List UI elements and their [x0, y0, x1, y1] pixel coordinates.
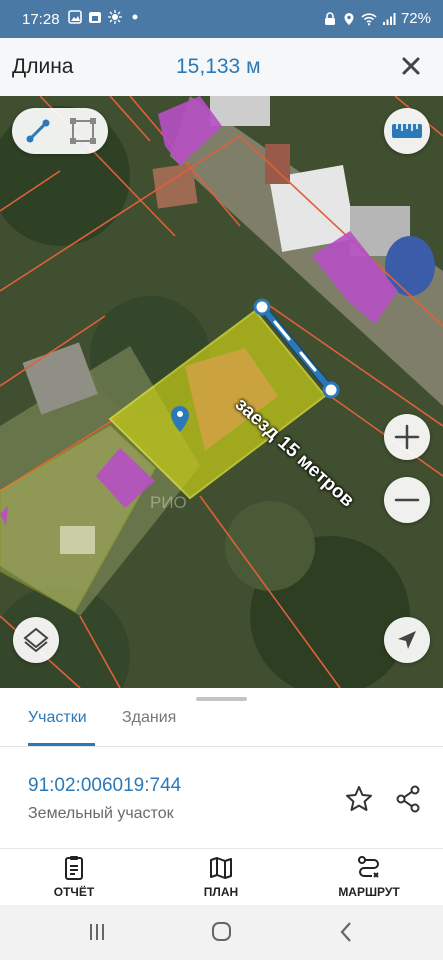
area-measure-button[interactable]	[60, 108, 106, 154]
map-plan-icon	[210, 857, 232, 879]
active-tab-indicator	[28, 743, 95, 746]
sheet-tabs: Участки Здания	[0, 704, 443, 747]
tab-buildings[interactable]: Здания	[122, 709, 176, 727]
my-location-button[interactable]	[384, 617, 430, 663]
calendar-icon	[89, 12, 101, 23]
line-measure-button[interactable]	[15, 108, 61, 154]
map-canvas[interactable]: РИО	[0, 96, 443, 688]
measure-header: Длина 15,133 м	[0, 38, 443, 97]
line-measure-icon	[26, 119, 50, 143]
signal-icon	[382, 12, 396, 25]
measure-title: Длина	[12, 55, 74, 78]
parcel-cadastral-number[interactable]: 91:02:006019:744	[28, 775, 181, 797]
map-watermark: РИО	[150, 493, 187, 512]
wifi-icon	[361, 12, 377, 25]
zoom-out-icon	[394, 498, 420, 502]
status-right-icons: 72%	[323, 10, 431, 27]
home-icon[interactable]	[206, 919, 236, 945]
location-icon	[344, 12, 354, 25]
report-button[interactable]: ОТЧЁТ	[19, 855, 129, 903]
plan-label: ПЛАН	[203, 885, 239, 899]
route-label: МАРШРУТ	[338, 885, 400, 899]
locate-icon	[398, 631, 416, 649]
share-icon[interactable]	[393, 784, 423, 814]
zoom-out-button[interactable]	[384, 477, 430, 523]
parcel-type: Земельный участок	[28, 805, 174, 822]
status-time: 17:28	[22, 11, 60, 28]
sun-icon	[108, 10, 122, 24]
sheet-drag-handle[interactable]	[196, 697, 247, 701]
ruler-button[interactable]	[384, 108, 430, 154]
dot-icon	[132, 14, 138, 20]
measure-value: 15,133 м	[176, 55, 261, 78]
recent-apps-icon[interactable]	[82, 919, 112, 945]
layers-icon	[23, 627, 49, 653]
system-nav-bar	[0, 905, 443, 960]
layers-button[interactable]	[13, 617, 59, 663]
satellite-map[interactable]: РИО заезд 15 метров	[0, 96, 443, 688]
measure-tool-switch	[12, 108, 108, 154]
report-label: ОТЧЁТ	[53, 885, 95, 899]
route-icon	[358, 856, 379, 878]
tab-parcels[interactable]: Участки	[28, 709, 87, 727]
favorite-star-icon[interactable]	[344, 784, 374, 814]
sheet-divider	[0, 848, 443, 849]
zoom-in-icon	[394, 424, 420, 450]
lock-icon	[324, 11, 335, 25]
status-left-icons	[68, 10, 142, 24]
status-bar: 17:28 72%	[0, 0, 443, 38]
gallery-icon	[68, 10, 82, 24]
area-measure-icon	[70, 118, 96, 144]
battery-level: 72%	[400, 10, 431, 27]
back-icon[interactable]	[331, 919, 361, 945]
report-icon	[65, 856, 83, 880]
plan-button[interactable]: ПЛАН	[166, 855, 276, 903]
ruler-icon	[392, 124, 422, 138]
zoom-in-button[interactable]	[384, 414, 430, 460]
close-icon[interactable]	[397, 52, 425, 80]
route-button[interactable]: МАРШРУТ	[314, 855, 424, 903]
